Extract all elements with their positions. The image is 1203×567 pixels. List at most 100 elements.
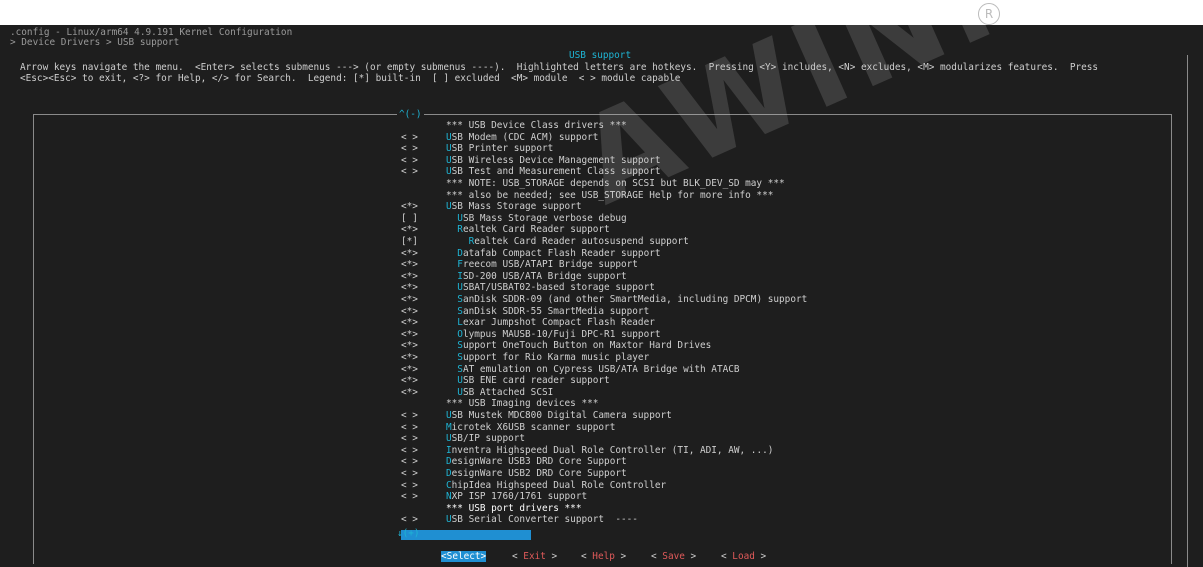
menu-item-state[interactable]: < > bbox=[401, 480, 446, 491]
menu-item-state[interactable]: <*> bbox=[401, 248, 446, 259]
menu-item-indent bbox=[446, 317, 457, 328]
button-close: > bbox=[684, 551, 697, 562]
menu-item[interactable]: <*> SanDisk SDDR-55 SmartMedia support bbox=[401, 306, 649, 317]
menu-item-state[interactable]: <*> bbox=[401, 294, 446, 305]
button-exit[interactable]: < Exit > bbox=[512, 551, 557, 562]
menu-item-state[interactable]: < > bbox=[401, 143, 446, 154]
menu-item[interactable]: <*> SanDisk SDDR-09 (and other SmartMedi… bbox=[401, 294, 807, 305]
button-close: > bbox=[545, 551, 558, 562]
menu-item-state[interactable]: [ ] bbox=[401, 213, 446, 224]
button-open: < bbox=[651, 551, 663, 562]
menu-item[interactable]: [*] Realtek Card Reader autosuspend supp… bbox=[401, 236, 689, 247]
menu-item-indent bbox=[446, 248, 457, 259]
menu-item-state[interactable]: <*> bbox=[401, 364, 446, 375]
dialog-border-right bbox=[1187, 55, 1188, 567]
menu-item-label: ealtek Card Reader autosuspend support bbox=[474, 236, 689, 247]
menu-item-indent bbox=[446, 329, 457, 340]
button-close: > bbox=[614, 551, 627, 562]
breadcrumb: > Device Drivers > USB support bbox=[10, 37, 185, 48]
button-help[interactable]: < Help > bbox=[581, 551, 626, 562]
menu-item-label: SB Attached SCSI bbox=[462, 386, 554, 398]
menu-item[interactable]: <*> ISD-200 USB/ATA Bridge support bbox=[401, 271, 627, 282]
menu-item-state[interactable]: <*> bbox=[401, 306, 446, 317]
menu-item[interactable]: < > DesignWare USB2 DRD Core Support bbox=[401, 468, 627, 479]
menu-item[interactable]: < > Microtek X6USB scanner support bbox=[401, 422, 615, 433]
button-rest: elp bbox=[597, 551, 615, 562]
menu-item[interactable]: <*> Support for Rio Karma music player bbox=[401, 352, 649, 363]
menu-item-label: anDisk SDDR-55 SmartMedia support bbox=[462, 305, 650, 317]
menu-item-state[interactable]: <*> bbox=[401, 201, 446, 212]
menu-item-label: XP ISP 1760/1761 support bbox=[451, 491, 588, 503]
menu-item[interactable]: [ ] USB Mass Storage verbose debug bbox=[401, 213, 627, 224]
menu-item-state[interactable]: <*> bbox=[401, 329, 446, 340]
menu-item[interactable]: <*> SAT emulation on Cypress USB/ATA Bri… bbox=[401, 364, 740, 375]
menu-item-label: SB Mass Storage support bbox=[451, 201, 582, 213]
menu-item[interactable]: <*> Support OneTouch Button on Maxtor Ha… bbox=[401, 340, 711, 351]
menu-item[interactable]: < > Inventra Highspeed Dual Role Controll… bbox=[401, 445, 773, 456]
menu-item-state[interactable]: <*> bbox=[401, 352, 446, 363]
menu-item-state[interactable]: <*> bbox=[401, 259, 446, 270]
menu-item-label: upport for Rio Karma music player bbox=[462, 352, 650, 363]
menu-item-state[interactable]: < > bbox=[401, 155, 446, 166]
menu-item[interactable]: <*> Datafab Compact Flash Reader support bbox=[401, 248, 661, 259]
menu-item[interactable]: *** also be needed; see USB_STORAGE Help… bbox=[401, 190, 773, 201]
menu-item-state[interactable]: <*> bbox=[401, 340, 446, 351]
menu-item-state[interactable]: < > bbox=[401, 445, 446, 456]
menu-item-state[interactable]: < > bbox=[401, 491, 446, 502]
menu-item-state[interactable]: < > bbox=[401, 433, 446, 444]
menu-item[interactable]: < > USB Printer support bbox=[401, 143, 553, 154]
menu-item-state[interactable]: < > bbox=[401, 132, 446, 143]
menu-item-state[interactable]: [*] bbox=[401, 236, 446, 247]
menu-item-indent bbox=[446, 224, 457, 235]
menu-item[interactable]: < > USB Serial Converter support ---- bbox=[401, 514, 638, 525]
menu-item[interactable]: <*> Realtek Card Reader support bbox=[401, 224, 610, 235]
button-close: > bbox=[480, 551, 487, 562]
menu-item[interactable]: < > NXP ISP 1760/1761 support bbox=[401, 491, 587, 502]
menu-item-label: ealtek Card Reader support bbox=[462, 224, 610, 236]
menu-item-state[interactable]: < > bbox=[401, 514, 446, 525]
menu-item-label: *** USB port drivers *** bbox=[446, 502, 582, 514]
menu-item-indent bbox=[446, 364, 457, 375]
menu-item[interactable]: <*> USBAT/USBAT02-based storage support bbox=[401, 282, 655, 293]
button-close: > bbox=[754, 551, 767, 562]
menu-item-state[interactable]: <*> bbox=[401, 375, 446, 386]
menu-item[interactable]: < > ChipIdea Highspeed Dual Role Controll… bbox=[401, 480, 666, 491]
menu-item-state[interactable]: <*> bbox=[401, 387, 446, 398]
menu-item-state[interactable]: < > bbox=[401, 166, 446, 177]
menu-item[interactable]: < > USB Mustek MDC800 Digital Camera supp… bbox=[401, 410, 672, 421]
scroll-up-indicator: ^(-) bbox=[397, 109, 424, 120]
menu-item-label: SD-200 USB/ATA Bridge support bbox=[462, 270, 627, 282]
menu-item-state[interactable]: < > bbox=[401, 456, 446, 467]
menu-item-state[interactable]: < > bbox=[401, 410, 446, 421]
menu-item-indent bbox=[446, 306, 457, 317]
menu-item[interactable]: <*> Lexar Jumpshot Compact Flash Reader bbox=[401, 317, 655, 328]
menu-item-label: SB/IP support bbox=[451, 433, 526, 445]
menu-item-label: nventra Highspeed Dual Role Controller (… bbox=[451, 444, 774, 456]
menu-item[interactable]: <*> USB Attached SCSI bbox=[401, 387, 553, 398]
menu-item-state[interactable]: <*> bbox=[401, 282, 446, 293]
menu-item-state[interactable]: < > bbox=[401, 468, 446, 479]
menu-item[interactable]: *** USB Imaging devices *** bbox=[401, 398, 598, 409]
menu-item-label: SB Printer support bbox=[451, 143, 554, 155]
menu-item-label: AT emulation on Cypress USB/ATA Bridge w… bbox=[462, 363, 740, 375]
menu-item-label: reecom USB/ATAPI Bridge support bbox=[462, 259, 638, 271]
menu-item-state[interactable]: <*> bbox=[401, 271, 446, 282]
menu-item[interactable]: < > USB Modem (CDC ACM) support bbox=[401, 132, 598, 143]
menu-item-state[interactable]: < > bbox=[401, 422, 446, 433]
button-select[interactable]: <Select> bbox=[441, 551, 487, 562]
menu-item[interactable]: <*> USB Mass Storage support bbox=[401, 201, 581, 212]
menu-item[interactable]: <*> Olympus MAUSB-10/Fuji DPC-R1 support bbox=[401, 329, 661, 340]
menu-item[interactable]: < > DesignWare USB3 DRD Core Support bbox=[401, 456, 627, 467]
menu-item[interactable]: *** USB port drivers *** bbox=[401, 503, 581, 514]
menu-item-state[interactable]: <*> bbox=[401, 224, 446, 235]
button-save[interactable]: < Save > bbox=[651, 551, 696, 562]
menu-item-label: esignWare USB3 DRD Core Support bbox=[451, 456, 627, 468]
menu-item[interactable]: < > USB/IP support bbox=[401, 433, 525, 444]
button-load[interactable]: < Load > bbox=[721, 551, 766, 562]
menu-item-label: upport OneTouch Button on Maxtor Hard Dr… bbox=[462, 340, 712, 352]
menu-item[interactable]: <*> USB ENE card reader support bbox=[401, 375, 610, 386]
menu-item-state[interactable]: <*> bbox=[401, 317, 446, 328]
menu-item-label: hipIdea Highspeed Dual Role Controller bbox=[451, 479, 667, 491]
menu-item-indent bbox=[446, 340, 457, 351]
menu-item[interactable]: <*> Freecom USB/ATAPI Bridge support bbox=[401, 259, 638, 270]
